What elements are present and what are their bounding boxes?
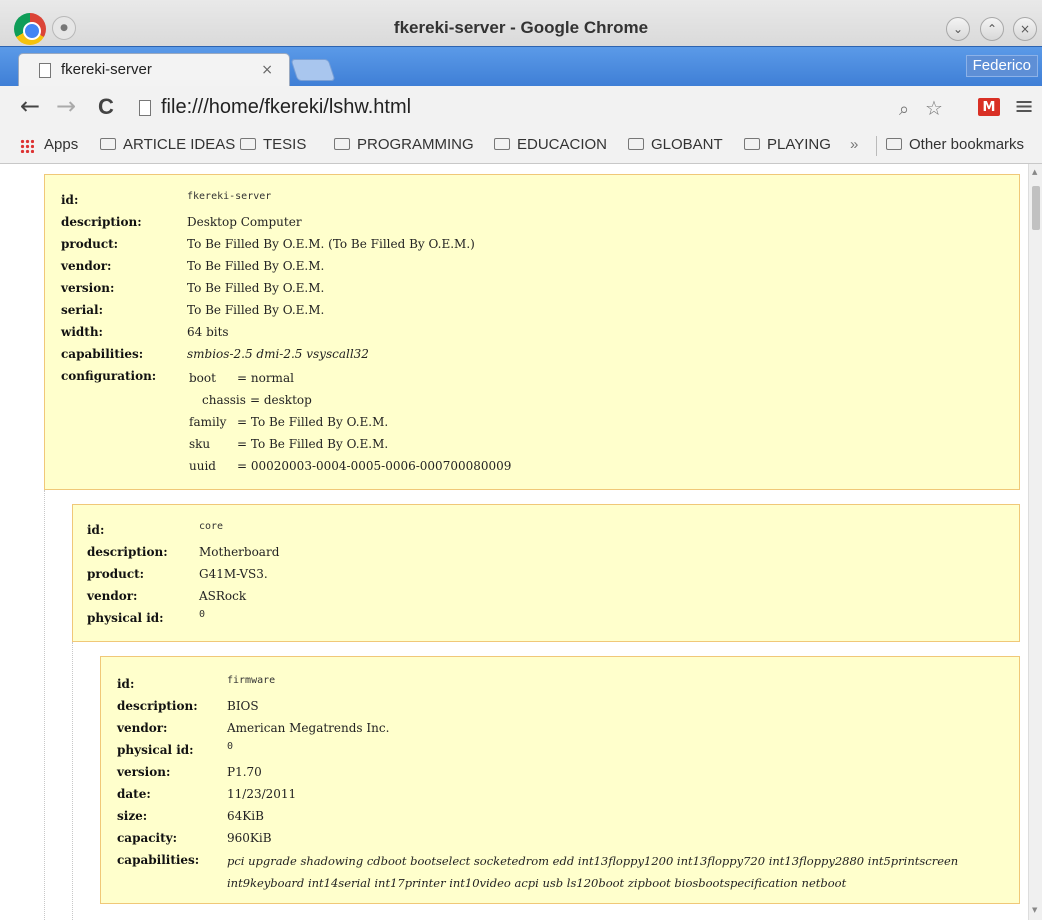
address-bar[interactable]: file:///home/fkereki/lshw.html ⌕ ☆ (130, 92, 960, 122)
node-row: date: 11/23/2011 (117, 787, 297, 801)
folder-icon (886, 138, 902, 150)
tab-strip: fkereki-server × Federico (0, 46, 1042, 87)
node-row: width: 64 bits (61, 325, 229, 339)
vertical-scrollbar[interactable]: ▲ ▼ (1028, 164, 1042, 920)
folder-icon (494, 138, 510, 150)
bookmark-educacion[interactable]: EDUCACION (494, 136, 607, 153)
back-arrow-icon[interactable]: ← (20, 92, 40, 120)
page-icon (139, 100, 151, 116)
node-row: description: BIOS (117, 699, 259, 713)
node-row: id: firmware (117, 675, 276, 691)
folder-icon (240, 138, 256, 150)
node-row: description: Motherboard (87, 545, 280, 559)
folder-icon (744, 138, 760, 150)
url-text[interactable]: file:///home/fkereki/lshw.html (161, 96, 411, 119)
reload-icon[interactable]: C (98, 94, 114, 120)
node-fkereki-server: id: fkereki-server description: Desktop Co… (44, 174, 1020, 490)
bookmark-tesis[interactable]: TESIS (240, 136, 306, 153)
folder-icon (100, 138, 116, 150)
node-row: id: fkereki-server (61, 191, 272, 207)
close-window-button[interactable]: × (1013, 17, 1037, 41)
bookmark-globant[interactable]: GLOBANT (628, 136, 723, 153)
folder-icon (334, 138, 350, 150)
node-firmware: id: firmware description: BIOS vendor: Amer… (100, 656, 1020, 904)
node-row: description: Desktop Computer (61, 215, 302, 229)
tab-close-icon[interactable]: × (261, 62, 273, 78)
node-row: physical id: 0 (87, 609, 206, 625)
bookmarks-bar: Apps ARTICLE IDEAS TESIS PROGRAMMING EDU… (0, 128, 1042, 164)
bookmark-programming[interactable]: PROGRAMMING (334, 136, 474, 153)
node-row: serial: To Be Filled By O.E.M. (61, 303, 325, 317)
node-row: product: G41M-VS3. (87, 567, 268, 581)
tab-title: fkereki-server (61, 61, 152, 78)
scroll-down-arrow-icon[interactable]: ▼ (1032, 906, 1037, 914)
forward-arrow-icon[interactable]: → (56, 92, 76, 120)
page-icon (39, 63, 51, 78)
node-row: size: 64KiB (117, 809, 264, 823)
bookmark-other[interactable]: Other bookmarks (886, 136, 1024, 153)
scroll-up-arrow-icon[interactable]: ▲ (1032, 168, 1037, 176)
capabilities-line: int9keyboard int14serial int17printer in… (227, 876, 847, 890)
bookmarks-separator (876, 136, 877, 156)
node-row: capacity: 960KiB (117, 831, 272, 845)
page-content: id: fkereki-server description: Desktop Co… (0, 164, 1028, 920)
zoom-icon[interactable]: ⌕ (899, 99, 909, 120)
bookmark-playing[interactable]: PLAYING (744, 136, 831, 153)
maximize-button[interactable]: ⌃ (980, 17, 1004, 41)
node-row: physical id: 0 (117, 741, 234, 757)
node-row: product: To Be Filled By O.E.M. (To Be Fi… (61, 237, 475, 251)
capabilities-line: pci upgrade shadowing cdboot bootselect … (227, 854, 959, 868)
folder-icon (628, 138, 644, 150)
chrome-menu-icon[interactable]: ≡ (1014, 92, 1034, 120)
node-row: version: P1.70 (117, 765, 262, 779)
gmail-extension-icon[interactable]: M (978, 98, 1000, 116)
scrollbar-thumb[interactable] (1032, 186, 1040, 230)
node-row: id: core (87, 521, 224, 537)
profile-button[interactable]: Federico (965, 55, 1038, 77)
apps-grid-icon (20, 139, 34, 153)
minimize-button[interactable]: ⌄ (946, 17, 970, 41)
tree-guide (72, 642, 73, 920)
node-row: capabilities: smbios-2.5 dmi-2.5 vsyscall… (61, 347, 369, 361)
bookmark-article-ideas[interactable]: ARTICLE IDEAS (100, 136, 235, 153)
bookmark-star-icon[interactable]: ☆ (925, 96, 943, 120)
node-row: version: To Be Filled By O.E.M. (61, 281, 325, 295)
tab-fkereki-server[interactable]: fkereki-server × (18, 53, 290, 87)
tree-guide (44, 490, 45, 920)
new-tab-button[interactable] (290, 59, 336, 81)
window-title: fkereki-server - Google Chrome (393, 18, 649, 37)
bookmark-apps[interactable]: Apps (44, 136, 78, 153)
browser-toolbar: ← → C file:///home/fkereki/lshw.html ⌕ ☆ (0, 86, 1042, 128)
bookmarks-overflow-button[interactable]: » (850, 136, 858, 153)
node-row: vendor: To Be Filled By O.E.M. (61, 259, 325, 273)
node-row: vendor: American Megatrends Inc. (117, 721, 390, 735)
node-core: id: core description: Motherboard product:… (72, 504, 1020, 642)
node-row: vendor: ASRock (87, 589, 247, 603)
